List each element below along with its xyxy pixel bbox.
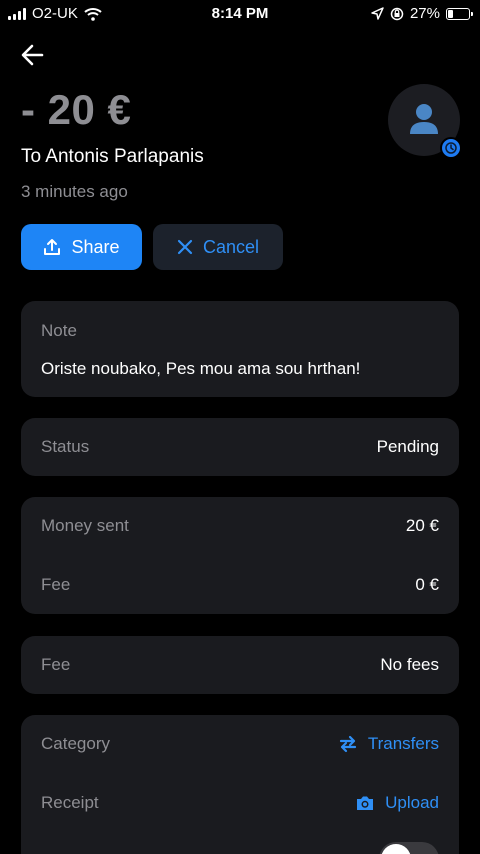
close-icon bbox=[177, 239, 193, 255]
status-card: Status Pending bbox=[21, 418, 459, 476]
fee-label: Fee bbox=[41, 575, 71, 594]
cancel-button-label: Cancel bbox=[202, 236, 260, 257]
battery-percent: 27% bbox=[409, 5, 440, 22]
category-value[interactable]: Transfers bbox=[338, 734, 439, 754]
category-row[interactable]: Category Transfers bbox=[41, 734, 439, 758]
toggle-knob bbox=[381, 844, 411, 854]
status-value: Pending bbox=[376, 437, 439, 456]
fee-info-row: Fee No fees bbox=[41, 655, 439, 679]
transfer-arrows-icon bbox=[339, 735, 356, 753]
transaction-detail-screen: O2-UK 8:14 PM 27% - 20 € To Antonis Parl… bbox=[0, 0, 480, 854]
back-arrow-icon bbox=[21, 44, 44, 66]
camera-icon bbox=[357, 796, 374, 810]
fee-info-value: No fees bbox=[380, 655, 439, 674]
status-bar: O2-UK 8:14 PM 27% bbox=[0, 0, 480, 30]
money-card: Money sent 20 € Fee 0 € bbox=[21, 497, 459, 614]
money-sent-value: 20 € bbox=[405, 516, 439, 535]
note-card[interactable]: Note Oriste noubako, Pes mou ama sou hrt… bbox=[21, 301, 459, 397]
status-label: Status bbox=[41, 437, 90, 456]
pending-badge bbox=[440, 137, 462, 159]
share-button-label: Share bbox=[71, 236, 120, 257]
category-value-label: Transfers bbox=[367, 734, 439, 753]
orientation-lock-icon bbox=[390, 7, 404, 20]
details-toggle[interactable] bbox=[379, 842, 439, 854]
receipt-upload-label: Upload bbox=[385, 793, 439, 812]
fee-info-card: Fee No fees bbox=[21, 636, 459, 694]
transaction-time: 3 minutes ago bbox=[21, 182, 128, 201]
receipt-row[interactable]: Receipt Upload bbox=[41, 793, 439, 817]
fee-row: Fee 0 € bbox=[41, 575, 439, 599]
cancel-button[interactable]: Cancel bbox=[153, 224, 283, 270]
money-sent-row: Money sent 20 € bbox=[41, 516, 439, 540]
battery-icon bbox=[446, 7, 473, 20]
clock-icon bbox=[445, 142, 457, 154]
receipt-label: Receipt bbox=[41, 793, 99, 812]
fee-info-label: Fee bbox=[41, 655, 71, 674]
category-label: Category bbox=[41, 734, 110, 753]
receipt-upload[interactable]: Upload bbox=[355, 793, 439, 813]
recipient-name: To Antonis Parlapanis bbox=[21, 146, 204, 167]
location-icon bbox=[371, 7, 384, 20]
note-text: Oriste noubako, Pes mou ama sou hrthan! bbox=[41, 359, 361, 378]
fee-value: 0 € bbox=[415, 575, 439, 594]
note-title: Note bbox=[41, 321, 77, 340]
status-row: Status Pending bbox=[41, 437, 439, 461]
details-card: Category Transfers Receipt Upload bbox=[21, 715, 459, 854]
money-sent-label: Money sent bbox=[41, 516, 129, 535]
battery-level bbox=[448, 9, 453, 18]
status-bar-right: 27% bbox=[371, 5, 473, 22]
share-button[interactable]: Share bbox=[21, 224, 142, 270]
transaction-amount: - 20 € bbox=[21, 86, 132, 133]
share-icon bbox=[44, 239, 61, 255]
back-button[interactable] bbox=[18, 40, 48, 70]
